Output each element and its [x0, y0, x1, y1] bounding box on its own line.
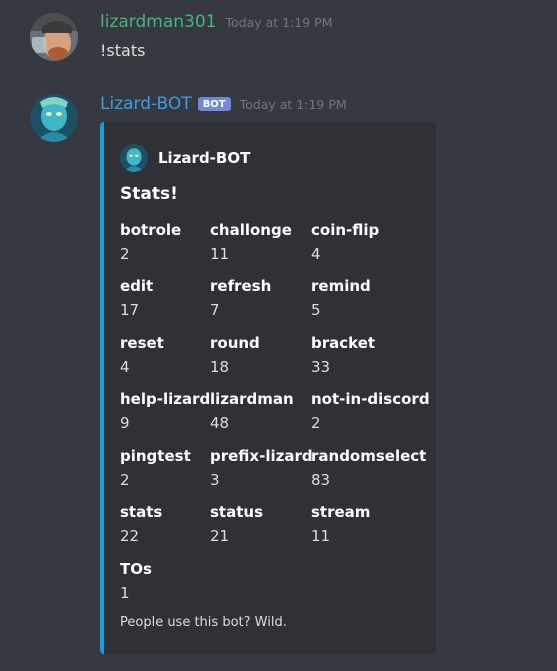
field-value: 48 — [210, 414, 230, 432]
field-name: edit — [120, 277, 154, 295]
field-name: botrole — [120, 221, 182, 239]
field-value: 4 — [120, 358, 130, 376]
field-round: round 18 — [210, 333, 260, 377]
field-status: status 21 — [210, 502, 263, 546]
field-value: 2 — [311, 414, 321, 432]
field-name: randomselect — [311, 447, 427, 465]
timestamp[interactable]: Today at 1:19 PM — [240, 97, 347, 112]
field-prefix-lizard: prefix-lizard 3 — [210, 446, 313, 490]
embed-author-name: Lizard-BOT — [158, 149, 251, 167]
field-name: not-in-discord — [311, 390, 430, 408]
field-refresh: refresh 7 — [210, 276, 271, 320]
field-name: lizardman — [210, 390, 294, 408]
field-name: refresh — [210, 277, 272, 295]
field-value: 17 — [120, 301, 140, 319]
field-value: 83 — [311, 471, 331, 489]
field-name: bracket — [311, 334, 376, 352]
field-value: 5 — [311, 301, 321, 319]
field-pingtest: pingtest 2 — [120, 446, 191, 490]
embed-author: Lizard-BOT — [120, 144, 250, 172]
timestamp[interactable]: Today at 1:19 PM — [225, 15, 332, 30]
field-value: 4 — [311, 245, 321, 263]
field-value: 9 — [120, 414, 130, 432]
field-value: 22 — [120, 527, 140, 545]
message-content: !stats — [100, 41, 146, 60]
field-name: status — [210, 503, 263, 521]
field-challonge: challonge 11 — [210, 220, 292, 264]
embed-author-avatar-icon — [120, 144, 148, 172]
field-name: stats — [120, 503, 163, 521]
field-edit: edit 17 — [120, 276, 153, 320]
field-name: round — [210, 334, 260, 352]
embed-footer: People use this bot? Wild. — [120, 615, 287, 630]
field-value: 3 — [210, 471, 220, 489]
username[interactable]: lizardman301 — [100, 12, 216, 32]
field-value: 7 — [210, 301, 220, 319]
field-reset: reset 4 — [120, 333, 164, 377]
field-value: 33 — [311, 358, 331, 376]
field-remind: remind 5 — [311, 276, 371, 320]
field-botrole: botrole 2 — [120, 220, 181, 264]
message-header: lizardman301 Today at 1:19 PM — [100, 12, 333, 36]
field-lizardman: lizardman 48 — [210, 389, 294, 433]
stats-embed: Lizard-BOT Stats! botrole 2 challonge 11… — [100, 122, 436, 654]
message-header: Lizard-BOT BOT Today at 1:19 PM — [100, 94, 347, 118]
field-stream: stream 11 — [311, 502, 370, 546]
field-name: remind — [311, 277, 371, 295]
field-name: prefix-lizard — [210, 447, 313, 465]
field-name: pingtest — [120, 447, 191, 465]
field-name: TOs — [120, 560, 152, 578]
field-value: 2 — [120, 471, 130, 489]
field-tos: TOs 1 — [120, 559, 152, 603]
field-randomselect: randomselect 83 — [311, 446, 426, 490]
field-not-in-discord: not-in-discord 2 — [311, 389, 430, 433]
bot-avatar-art-icon — [30, 94, 78, 142]
field-value: 2 — [120, 245, 130, 263]
field-name: coin-flip — [311, 221, 380, 239]
field-value: 21 — [210, 527, 230, 545]
user-avatar-photo-icon — [30, 13, 78, 61]
field-bracket: bracket 33 — [311, 333, 375, 377]
field-value: 1 — [120, 584, 130, 602]
field-help-lizard: help-lizard 9 — [120, 389, 210, 433]
field-value: 11 — [210, 245, 230, 263]
username[interactable]: Lizard-BOT — [100, 94, 192, 114]
field-value: 11 — [311, 527, 331, 545]
field-stats: stats 22 — [120, 502, 162, 546]
field-name: challonge — [210, 221, 292, 239]
field-name: reset — [120, 334, 164, 352]
field-value: 18 — [210, 358, 230, 376]
field-coin-flip: coin-flip 4 — [311, 220, 379, 264]
field-name: help-lizard — [120, 390, 211, 408]
embed-title: Stats! — [120, 184, 178, 204]
bot-tag: BOT — [197, 97, 231, 111]
bot-avatar[interactable] — [30, 94, 78, 142]
user-avatar[interactable] — [30, 13, 78, 61]
field-name: stream — [311, 503, 371, 521]
